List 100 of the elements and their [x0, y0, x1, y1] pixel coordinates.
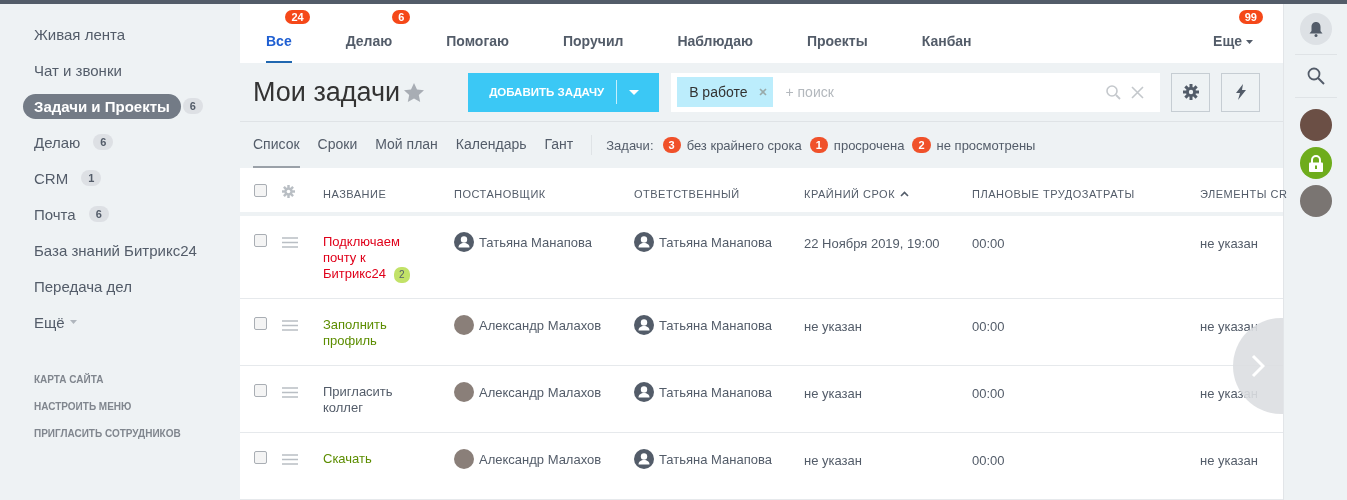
table-cell: 00:00: [972, 319, 1005, 334]
column-header[interactable]: ОТВЕТСТВЕННЫЙ: [634, 188, 740, 200]
caret-icon: [629, 89, 640, 95]
user-link[interactable]: Татьяна Манапова: [479, 234, 592, 250]
bell-icon: [1308, 21, 1323, 37]
tab[interactable]: Делаю: [345, 29, 393, 63]
close-icon[interactable]: [1131, 85, 1145, 99]
table-cell: 00:00: [972, 386, 1005, 401]
tab[interactable]: Поручил: [563, 29, 624, 63]
sidebar-item[interactable]: Делаю: [23, 129, 92, 155]
lock-button[interactable]: [1299, 147, 1332, 179]
sidebar-item[interactable]: База знаний Битрикс24: [23, 237, 208, 263]
settings-icon[interactable]: [282, 185, 295, 198]
table-cell: не указан: [1200, 453, 1258, 468]
avatar-photo-placeholder[interactable]: [1299, 109, 1332, 141]
task-title-link[interactable]: Скачать: [323, 451, 423, 467]
counter-badge: 6: [182, 98, 203, 114]
user-link[interactable]: Татьяна Манапова: [659, 234, 772, 250]
counter-badge: 24: [285, 10, 310, 24]
user-link[interactable]: Татьяна Манапова: [659, 384, 772, 400]
user-avatar-icon: [454, 232, 474, 252]
user-link[interactable]: Александр Малахов: [479, 317, 602, 333]
sidebar-item[interactable]: CRM: [23, 165, 80, 191]
counter-badge: 6: [392, 10, 411, 24]
checkbox[interactable]: [254, 384, 267, 397]
sidebar-link[interactable]: НАСТРОИТЬ МЕНЮ: [34, 401, 240, 412]
sidebar-item[interactable]: Живая лента: [23, 21, 137, 47]
drag-handle-icon[interactable]: [282, 320, 298, 331]
table-cell: 00:00: [972, 236, 1005, 251]
user-link[interactable]: Татьяна Манапова: [659, 317, 772, 333]
search-icon[interactable]: [1306, 67, 1325, 85]
avatar-photo-placeholder: [454, 449, 474, 469]
avatar-photo-placeholder[interactable]: [1299, 185, 1332, 217]
column-header[interactable]: ПОСТАНОВЩИК: [454, 188, 546, 200]
view-tab[interactable]: Календарь: [455, 122, 527, 168]
column-header[interactable]: КРАЙНИЙ СРОК: [804, 188, 910, 200]
chevron-up-icon: [900, 191, 910, 197]
settings-button[interactable]: [1171, 72, 1211, 112]
view-tab[interactable]: Гант: [544, 122, 574, 168]
tab[interactable]: Помогаю: [446, 29, 509, 63]
drag-handle-icon[interactable]: [282, 387, 298, 398]
filter-chip[interactable]: В работе: [677, 77, 774, 107]
sidebar-link[interactable]: ПРИГЛАСИТЬ СОТРУДНИКОВ: [34, 428, 240, 439]
more-tab[interactable]: Еще: [1213, 29, 1253, 63]
chevron-right-icon: [1251, 354, 1265, 378]
table-cell: не указан: [804, 386, 862, 401]
counter-badge: 1: [809, 137, 828, 153]
counter-link[interactable]: не просмотрены: [936, 137, 1036, 153]
comment-count-badge: 2: [394, 267, 410, 283]
user-avatar-icon: [634, 232, 654, 252]
view-tab[interactable]: Сроки: [317, 122, 358, 168]
table-cell: 22 Ноября 2019, 19:00: [804, 236, 940, 251]
checkbox[interactable]: [254, 234, 267, 247]
sidebar-item[interactable]: Чат и звонки: [23, 57, 133, 83]
counter-badge: 3: [662, 137, 681, 153]
table-cell: не указан: [1200, 236, 1258, 251]
table-cell: 00:00: [972, 453, 1005, 468]
task-title-link[interactable]: Подключаем почту к Битрикс24 2: [323, 234, 423, 283]
task-title-link[interactable]: Пригласить коллег: [323, 384, 423, 416]
counter-badge: 6: [88, 206, 109, 222]
sidebar-item[interactable]: Задачи и Проекты: [23, 93, 181, 119]
sidebar-link[interactable]: КАРТА САЙТА: [34, 374, 240, 385]
task-title-link[interactable]: Заполнить профиль: [323, 317, 423, 349]
counter-badge: 1: [81, 170, 102, 186]
tab[interactable]: Проекты: [806, 29, 868, 63]
table-cell: не указан: [804, 453, 862, 468]
column-header[interactable]: НАЗВАНИЕ: [323, 188, 387, 200]
counter-link[interactable]: просрочена: [833, 137, 905, 153]
lock-icon: [1308, 154, 1323, 172]
counters-label: Задачи:: [606, 137, 654, 153]
search-field[interactable]: В работе + поиск: [671, 72, 1161, 112]
drag-handle-icon[interactable]: [282, 454, 298, 465]
column-header[interactable]: ПЛАНОВЫЕ ТРУДОЗАТРАТЫ: [972, 188, 1135, 200]
user-avatar-icon: [634, 382, 654, 402]
checkbox[interactable]: [254, 184, 267, 197]
user-link[interactable]: Александр Малахов: [479, 384, 602, 400]
sidebar-item[interactable]: Почта: [23, 201, 87, 227]
user-link[interactable]: Александр Малахов: [479, 451, 602, 467]
star-icon[interactable]: [404, 82, 425, 102]
counter-badge: 2: [912, 137, 931, 153]
lightning-button[interactable]: [1221, 72, 1261, 112]
counter-link[interactable]: без крайнего срока: [686, 137, 802, 153]
notifications-button[interactable]: [1299, 13, 1332, 45]
checkbox[interactable]: [254, 317, 267, 330]
user-avatar-icon: [634, 449, 654, 469]
sidebar-item[interactable]: Передача дел: [23, 273, 143, 299]
close-icon[interactable]: [759, 88, 768, 96]
tab[interactable]: Все: [266, 29, 292, 63]
settings-icon: [1182, 84, 1199, 100]
user-avatar-icon: [634, 315, 654, 335]
view-tab[interactable]: Мой план: [375, 122, 438, 168]
column-header[interactable]: ЭЛЕМЕНТЫ CR: [1200, 188, 1288, 200]
tab[interactable]: Канбан: [921, 29, 972, 63]
table-cell: не указан: [1200, 319, 1258, 334]
user-link[interactable]: Татьяна Манапова: [659, 451, 772, 467]
drag-handle-icon[interactable]: [282, 237, 298, 248]
checkbox[interactable]: [254, 451, 267, 464]
sidebar-item[interactable]: Ещё: [23, 309, 88, 335]
tab[interactable]: Наблюдаю: [677, 29, 753, 63]
counter-badge: 6: [93, 134, 114, 150]
